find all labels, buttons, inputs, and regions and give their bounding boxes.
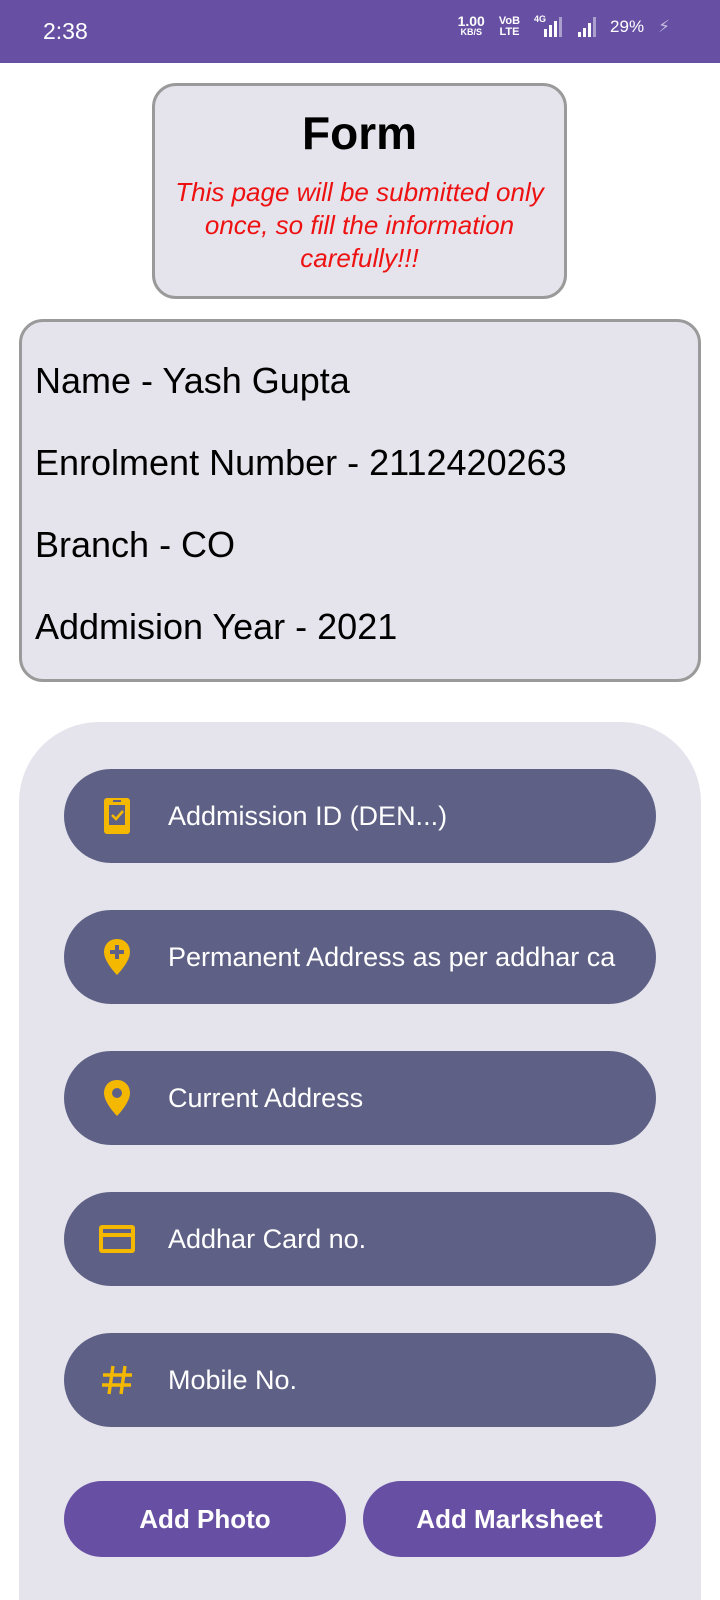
status-icons: 1.00 KB/S VoB LTE 4G 29% ⚡ [457,13,670,38]
current-address-placeholder: Current Address [168,1083,364,1113]
branch: Branch - CO [35,524,236,565]
aadhar-card-field[interactable]: Addhar Card no. [64,1192,656,1286]
aadhar-card-placeholder: Addhar Card no. [168,1224,367,1254]
current-address-field[interactable]: Current Address [64,1051,656,1145]
credit-card-icon [96,1218,138,1260]
form-header-card: Form This page will be submitted only on… [152,83,567,299]
mobile-number-placeholder: Mobile No. [168,1365,298,1395]
volte-bottom-label: LTE [499,26,520,38]
signal-strength-icon [578,17,597,37]
network-type-label: 4G [534,14,547,24]
volte-icon: VoB LTE [499,16,520,38]
battery-percent: 29% [610,17,645,36]
student-name: Name - Yash Gupta [35,360,350,401]
network-speed-value: 1.00 [457,13,485,29]
admission-year: Addmision Year - 2021 [35,606,398,647]
permanent-address-placeholder: Permanent Address as per addhar ca [168,942,616,972]
student-info-card: Name - Yash Gupta Enrolment Number - 211… [19,319,701,682]
location-pin-icon [96,1077,138,1119]
admission-id-field[interactable]: Addmission ID (DEN...) [64,769,656,863]
form-title: Form [302,107,417,159]
enrolment-number: Enrolment Number - 2112420263 [35,442,567,483]
id-card-check-icon [96,795,138,837]
location-plus-icon [96,936,138,978]
add-photo-button[interactable]: Add Photo [64,1481,346,1557]
admission-id-placeholder: Addmission ID (DEN...) [168,801,448,831]
charging-bolt-icon: ⚡ [658,17,670,36]
signal-4g-icon: 4G [534,14,564,37]
network-speed-unit: KB/S [460,27,482,37]
mobile-number-field[interactable]: Mobile No. [64,1333,656,1427]
status-bar: 2:38 1.00 KB/S VoB LTE 4G 29% ⚡ [0,0,720,63]
form-warning-text: This page will be submitted only once, s… [175,177,544,273]
hash-icon [96,1359,138,1401]
input-panel: Addmission ID (DEN...) Permanent Address… [19,722,701,1600]
network-speed: 1.00 KB/S [457,13,485,38]
status-time: 2:38 [43,18,88,44]
add-marksheet-button[interactable]: Add Marksheet [363,1481,656,1557]
permanent-address-field[interactable]: Permanent Address as per addhar ca [64,910,656,1004]
